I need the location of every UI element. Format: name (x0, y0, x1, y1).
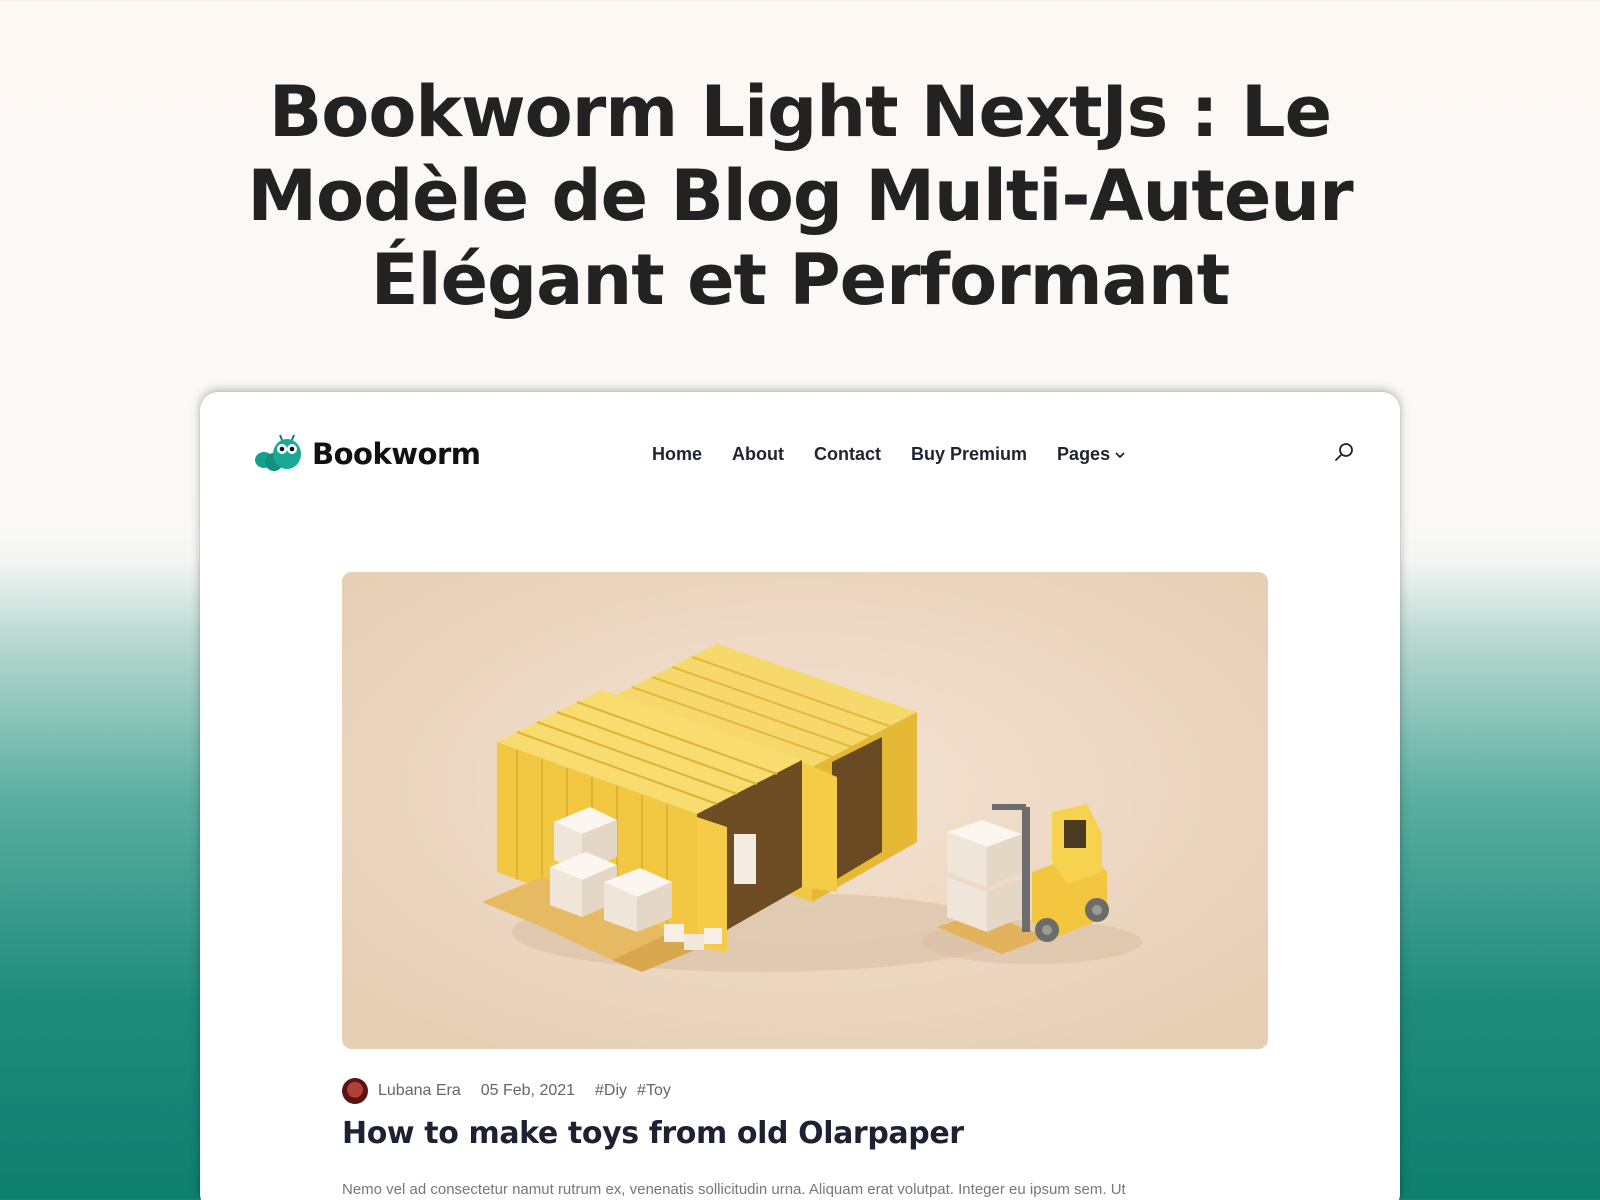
browser-frame: Bookworm Home About Contact Buy Premium … (200, 392, 1400, 1200)
nav-item-about[interactable]: About (732, 444, 784, 465)
site-header: Bookworm Home About Contact Buy Premium … (200, 392, 1400, 512)
search-icon[interactable] (1332, 440, 1356, 464)
site-logo[interactable]: Bookworm (254, 434, 481, 474)
nav-item-label: Home (652, 444, 703, 464)
containers-forklift-illustration (342, 572, 1268, 1049)
tag-link[interactable]: #Toy (637, 1082, 671, 1100)
nav-item-home[interactable]: Home (652, 444, 702, 465)
logo-text: Bookworm (312, 437, 481, 471)
post-excerpt: Nemo vel ad consectetur namut rutrum ex,… (342, 1181, 1126, 1198)
nav-item-label: Contact (814, 444, 881, 464)
hero-title: Bookworm Light NextJs : Le Modèle de Blo… (247, 71, 1353, 321)
nav-item-label: Pages (1057, 444, 1111, 464)
post-featured-image[interactable] (342, 572, 1268, 1049)
nav-item-label: Buy Premium (911, 444, 1028, 464)
chevron-down-icon (1115, 451, 1125, 458)
post-meta: Lubana Era 05 Feb, 2021 #Diy #Toy (342, 1078, 671, 1104)
author-avatar[interactable] (342, 1078, 368, 1104)
post-title[interactable]: How to make toys from old Olarpaper (342, 1116, 964, 1151)
nav-item-contact[interactable]: Contact (814, 444, 881, 465)
nav-item-pages[interactable]: Pages (1057, 444, 1126, 465)
nav-item-buy-premium[interactable]: Buy Premium (911, 444, 1027, 465)
tag-link[interactable]: #Diy (595, 1082, 627, 1100)
nav-item-label: About (732, 444, 784, 464)
main-menu: Home About Contact Buy Premium Pages (652, 444, 1126, 465)
bookworm-logo-icon (255, 434, 301, 471)
author-name[interactable]: Lubana Era (378, 1082, 461, 1100)
post-date: 05 Feb, 2021 (480, 1082, 576, 1099)
